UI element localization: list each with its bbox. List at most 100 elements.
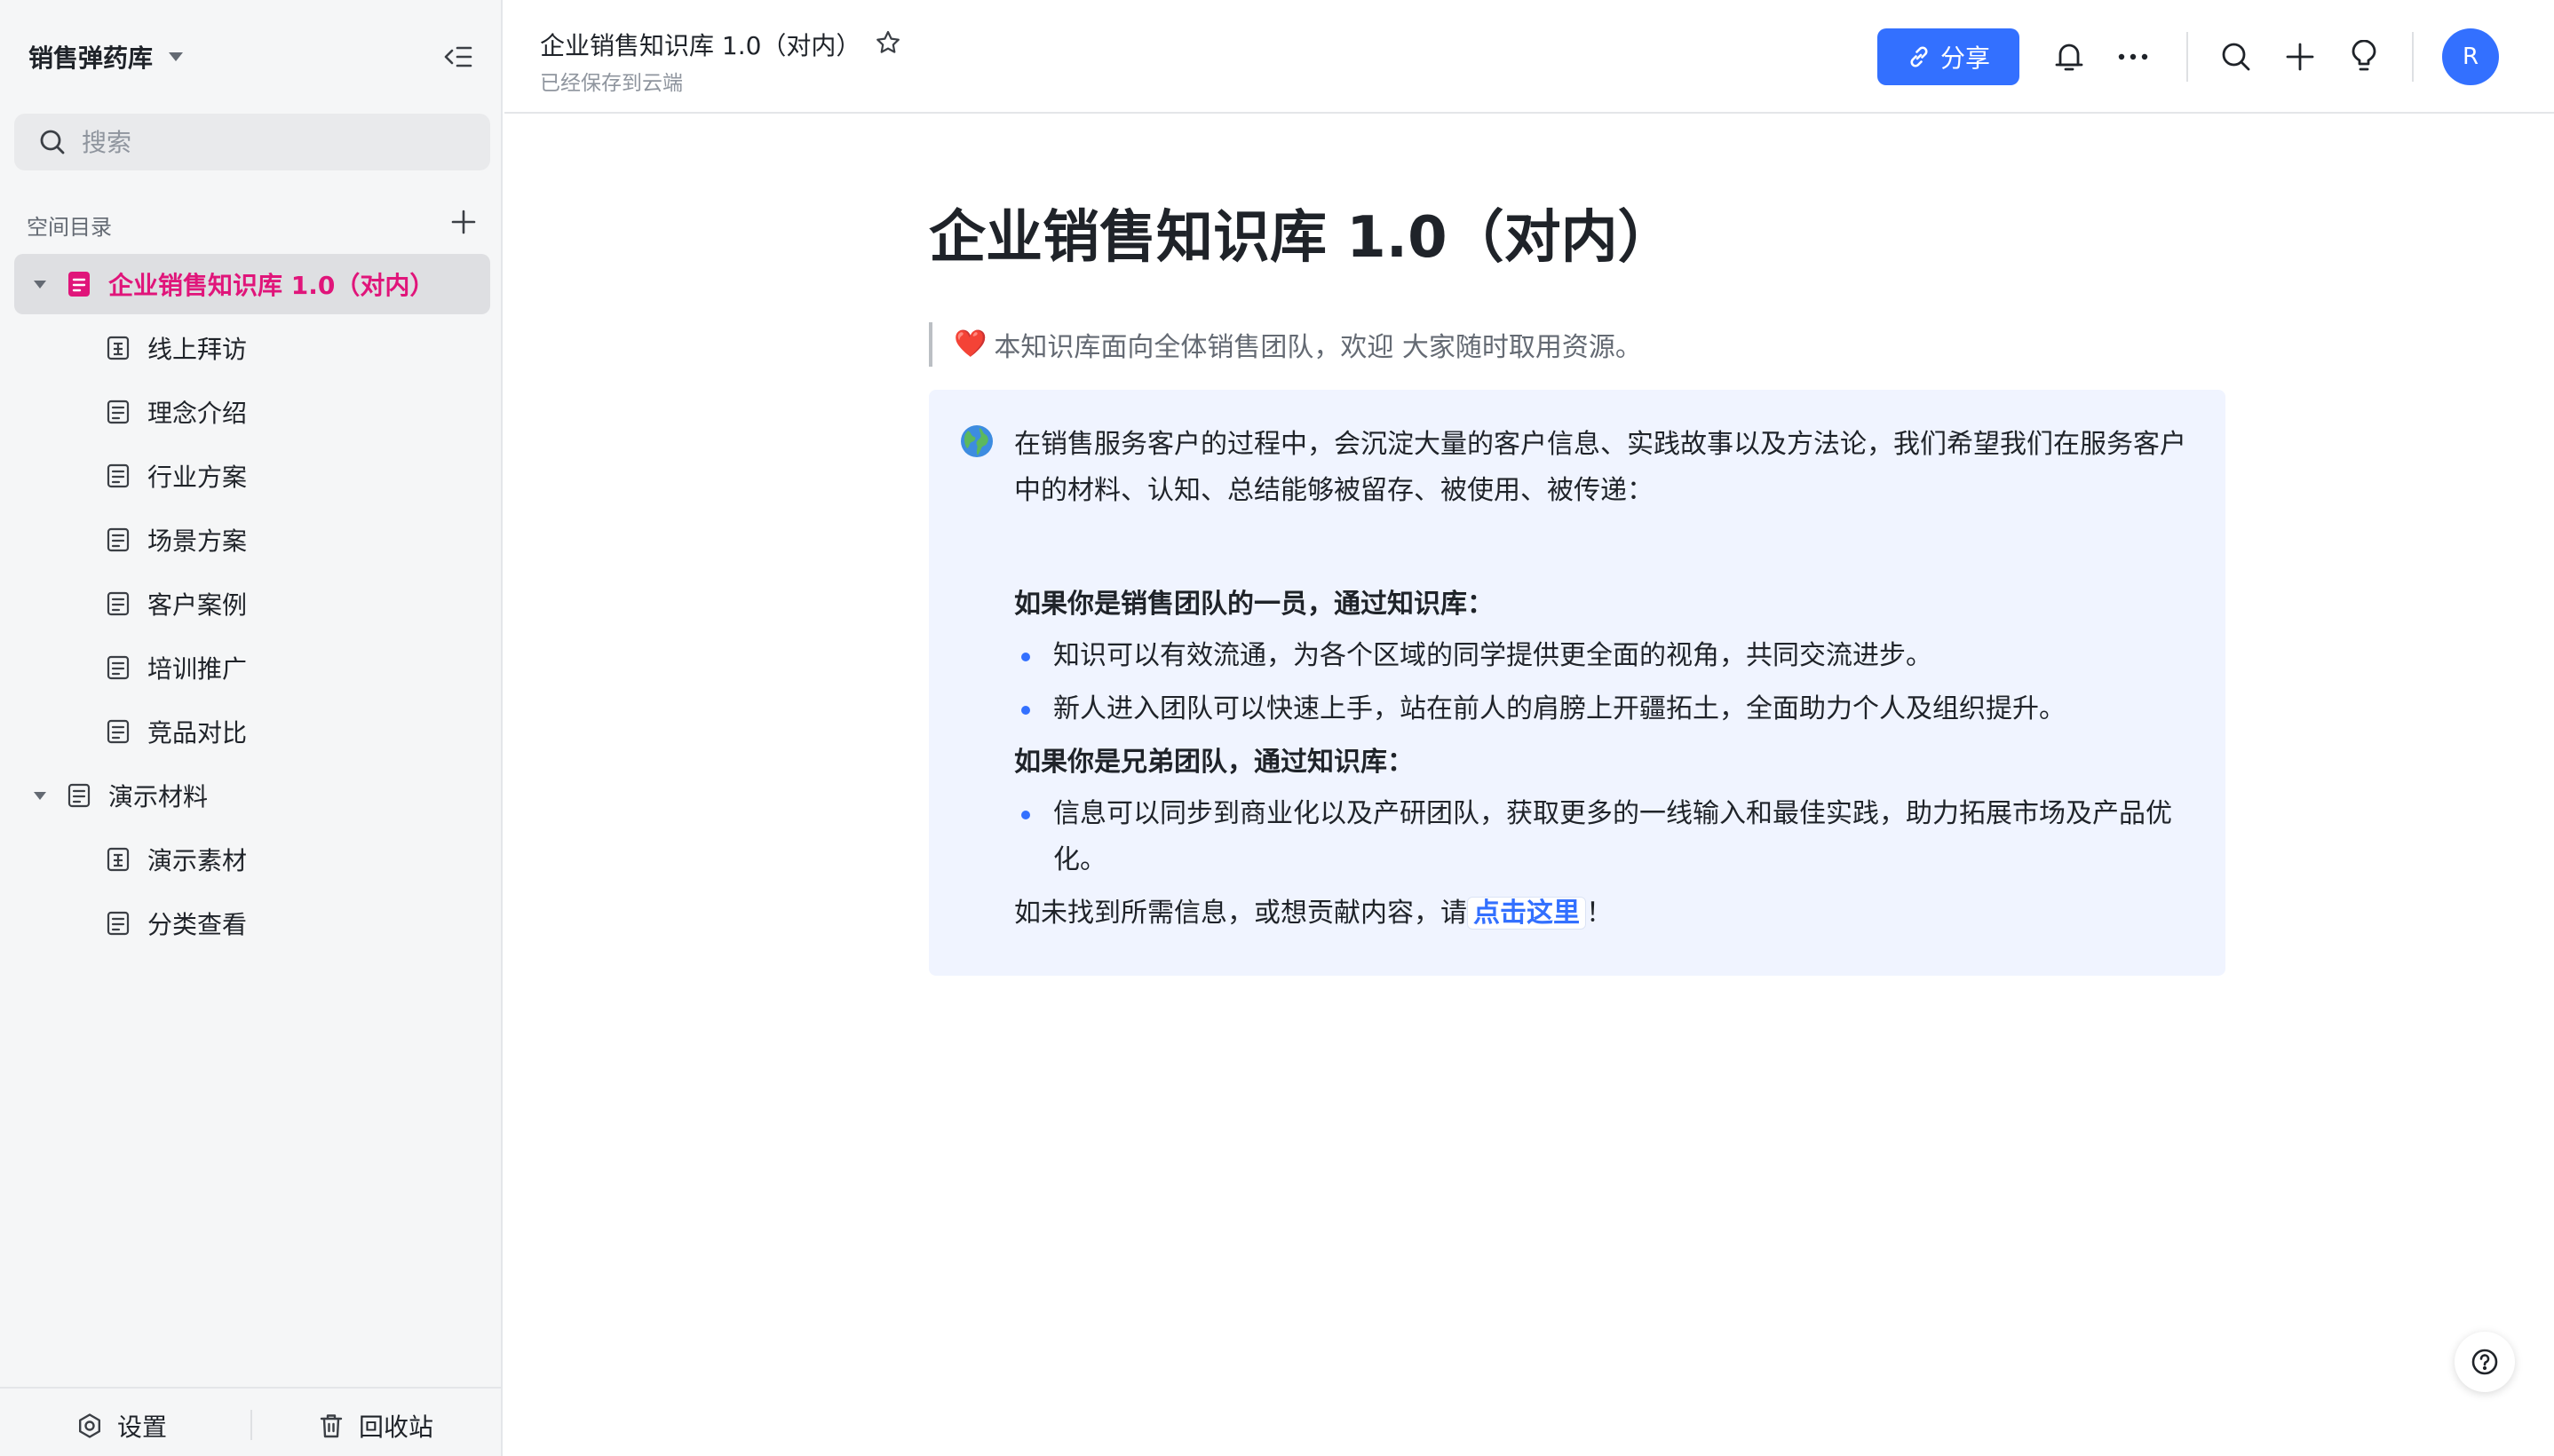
- tree-item-label: 线上拜访: [147, 335, 248, 364]
- tree-item-online-visit[interactable]: 线上拜访: [14, 318, 490, 378]
- toolbar-divider: [2186, 32, 2188, 82]
- collapse-sidebar-button[interactable]: [439, 39, 478, 75]
- doc-title[interactable]: 企业销售知识库 1.0（对内）: [540, 27, 861, 62]
- section2-list: 信息可以同步到商业化以及产研团队，获取更多的一线输入和最佳实践，助力拓展市场及产…: [1014, 791, 2190, 883]
- doc-icon: [107, 718, 130, 745]
- search-icon: [40, 130, 65, 154]
- tree-item-demo-assets[interactable]: 演示素材: [14, 829, 490, 890]
- lightbulb-icon: [2352, 40, 2376, 71]
- document-title[interactable]: 企业销售知识库 1.0（对内）: [929, 204, 2225, 273]
- document-body: 企业销售知识库 1.0（对内） ❤️ 本知识库面向全体销售团队，欢迎 大家随时取…: [929, 204, 2225, 976]
- space-name: 销售弹药库: [28, 44, 154, 73]
- space-switcher[interactable]: 销售弹药库: [28, 39, 184, 75]
- trash-label: 回收站: [359, 1412, 434, 1442]
- section1-list: 知识可以有效流通，为各个区域的同学提供更全面的视角，共同交流进步。 新人进入团队…: [1014, 633, 2190, 732]
- globe-icon: [959, 423, 995, 459]
- heart-icon: ❤️: [954, 328, 987, 360]
- footer-divider: [250, 1410, 252, 1440]
- tree-item-category-view[interactable]: 分类查看: [14, 893, 490, 954]
- notifications-button[interactable]: [2050, 37, 2089, 76]
- search-box[interactable]: [14, 114, 490, 170]
- table-icon: [107, 846, 130, 873]
- tree-item-label: 客户案例: [147, 590, 248, 620]
- help-button[interactable]: [2455, 1332, 2515, 1392]
- trash-button[interactable]: 回收站: [318, 1408, 433, 1444]
- callout-footer: 如未找到所需信息，或想贡献内容，请 点击这里！: [1014, 890, 2190, 937]
- more-icon: [2118, 53, 2148, 60]
- quote-block[interactable]: ❤️ 本知识库面向全体销售团队，欢迎 大家随时取用资源。: [929, 321, 2225, 367]
- doc-icon: [107, 654, 130, 681]
- more-button[interactable]: [2114, 37, 2153, 76]
- caret-down-icon: [169, 52, 184, 61]
- section2-title: 如果你是兄弟团队，通过知识库：: [1014, 746, 1414, 778]
- tree-item-label: 分类查看: [147, 910, 248, 939]
- tree-item-competitor-comparison[interactable]: 竞品对比: [14, 701, 490, 762]
- doc-icon: [107, 463, 130, 489]
- help-icon: [2471, 1349, 2498, 1375]
- click-here-link[interactable]: 点击这里: [1467, 896, 1586, 930]
- plus-icon: [2286, 43, 2314, 71]
- callout-block[interactable]: 在销售服务客户的过程中，会沉淀大量的客户信息、实践故事以及方法论，我们希望我们在…: [929, 389, 2225, 976]
- doc-icon: [67, 782, 91, 809]
- trash-icon: [320, 1414, 343, 1438]
- sidebar-header: 销售弹药库: [0, 0, 503, 114]
- quote-text: 本知识库面向全体销售团队，欢迎 大家随时取用资源。: [994, 331, 1642, 363]
- favorite-button[interactable]: [870, 25, 906, 60]
- bell-icon: [2055, 44, 2083, 71]
- tree-item-label: 场景方案: [147, 526, 248, 556]
- settings-button[interactable]: 设置: [76, 1408, 167, 1444]
- search-input[interactable]: [82, 127, 455, 157]
- tips-button[interactable]: [2344, 37, 2383, 76]
- top-bar: 企业销售知识库 1.0（对内） 已经保存到云端 分享 R: [504, 0, 2554, 114]
- avatar[interactable]: R: [2442, 28, 2499, 85]
- doc-icon: [107, 526, 130, 553]
- tree-item-enterprise-kb[interactable]: 企业销售知识库 1.0（对内）: [14, 254, 490, 314]
- section1-title: 如果你是销售团队的一员，通过知识库：: [1014, 588, 1494, 620]
- tree-item-label: 理念介绍: [147, 399, 248, 428]
- tree-item-label: 行业方案: [147, 463, 248, 492]
- expand-arrow-icon[interactable]: [34, 280, 46, 289]
- expand-arrow-icon[interactable]: [34, 791, 46, 800]
- doc-icon: [107, 590, 130, 617]
- save-status: 已经保存到云端: [540, 72, 683, 95]
- list-item: 知识可以有效流通，为各个区域的同学提供更全面的视角，共同交流进步。: [1014, 633, 2190, 679]
- tree-item-training-promotion[interactable]: 培训推广: [14, 637, 490, 698]
- callout-intro: 在销售服务客户的过程中，会沉淀大量的客户信息、实践故事以及方法论，我们希望我们在…: [1014, 428, 2186, 506]
- link-icon: [1910, 46, 1928, 67]
- list-item: 新人进入团队可以快速上手，站在前人的肩膀上开疆拓土，全面助力个人及组织提升。: [1014, 686, 2190, 732]
- tree-item-label: 竞品对比: [147, 718, 248, 748]
- gear-icon: [79, 1413, 100, 1438]
- toolbar-divider: [2412, 32, 2414, 82]
- collapse-sidebar-icon: [444, 46, 472, 67]
- tree-item-label: 演示材料: [108, 782, 209, 811]
- sidebar: 销售弹药库 空间目录 企业: [0, 0, 503, 1456]
- doc-icon: [107, 910, 130, 937]
- tree-item-demo-materials[interactable]: 演示材料: [14, 765, 490, 826]
- doc-pink-icon: [67, 271, 91, 297]
- search-icon: [2222, 43, 2250, 71]
- tree-item-industry-solutions[interactable]: 行业方案: [14, 446, 490, 506]
- star-icon: [876, 30, 900, 53]
- footer-suffix: ！: [1586, 897, 1613, 929]
- table-icon: [107, 335, 130, 361]
- share-button[interactable]: 分享: [1877, 28, 2019, 85]
- doc-icon: [107, 399, 130, 425]
- tree-item-label: 培训推广: [147, 654, 248, 684]
- settings-label: 设置: [117, 1412, 168, 1442]
- footer-prefix: 如未找到所需信息，或想贡献内容，请: [1014, 897, 1467, 929]
- tree-item-customer-cases[interactable]: 客户案例: [14, 574, 490, 634]
- page-tree: 企业销售知识库 1.0（对内） 线上拜访 理念介绍 行业方案 场景方案 客户案例…: [14, 254, 490, 957]
- search-button[interactable]: [2217, 37, 2256, 76]
- sidebar-footer: 设置 回收站: [0, 1387, 503, 1456]
- tree-item-scenario-solutions[interactable]: 场景方案: [14, 510, 490, 570]
- list-item: 信息可以同步到商业化以及产研团队，获取更多的一线输入和最佳实践，助力拓展市场及产…: [1014, 791, 2190, 883]
- directory-title: 空间目录: [27, 215, 112, 240]
- create-button[interactable]: [2280, 37, 2320, 76]
- plus-icon: [451, 210, 476, 234]
- add-page-button[interactable]: [446, 204, 481, 240]
- tree-item-label: 演示素材: [147, 846, 248, 875]
- tree-item-label: 企业销售知识库 1.0（对内）: [108, 271, 435, 300]
- tree-item-concept-intro[interactable]: 理念介绍: [14, 382, 490, 442]
- share-label: 分享: [1939, 44, 1990, 73]
